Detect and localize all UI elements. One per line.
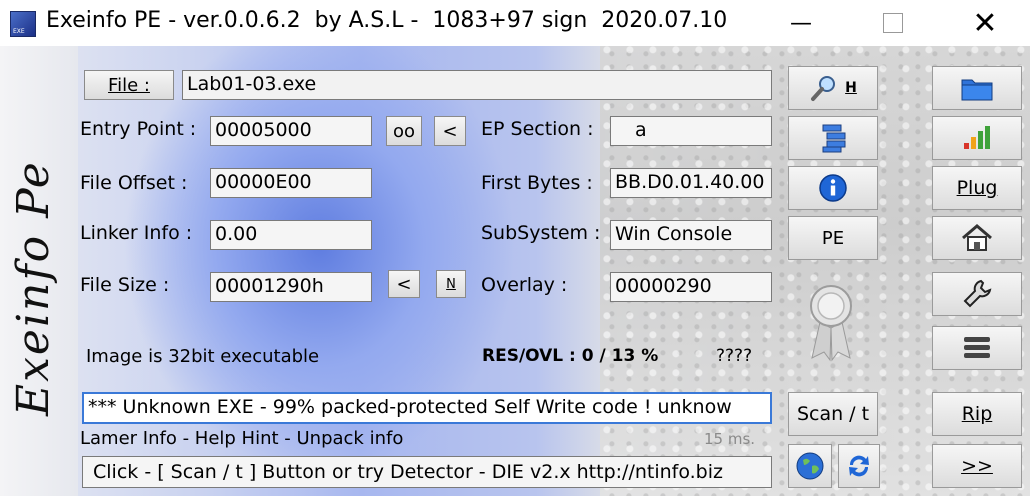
close-icon: ✕ — [972, 5, 998, 41]
file-size-n-label: N — [446, 276, 456, 292]
entry-point-field[interactable]: 00005000 — [210, 116, 372, 146]
ep-section-field[interactable]: a — [610, 116, 772, 146]
close-button[interactable]: ✕ — [962, 0, 1008, 46]
subsystem-label: SubSystem : — [481, 222, 601, 244]
file-size-field[interactable]: 00001290h — [210, 272, 372, 302]
file-offset-label: File Offset : — [80, 172, 188, 194]
subsystem-field[interactable]: Win Console — [610, 220, 772, 250]
unknown-marks-text: ???? — [716, 346, 753, 366]
scan-button[interactable]: Scan / t — [788, 392, 878, 436]
status-bar-field: Click - [ Scan / t ] Button or try Detec… — [82, 456, 772, 488]
minimize-icon: — — [790, 10, 812, 36]
file-button-label: File : — [108, 74, 150, 96]
home-icon — [962, 224, 992, 251]
info-icon — [819, 174, 847, 202]
file-size-prev-button[interactable]: < — [388, 270, 420, 298]
res-ovl-text: RES/OVL : 0 / 13 % — [482, 346, 659, 366]
globe-icon — [796, 452, 824, 480]
stats-button[interactable] — [932, 116, 1022, 160]
hint-link[interactable]: Lamer Info - Help Hint - Unpack info — [80, 428, 403, 449]
rip-button[interactable]: Rip — [932, 392, 1022, 436]
maximize-icon — [883, 13, 903, 33]
linker-info-field[interactable]: 0.00 — [210, 220, 372, 250]
folder-icon — [961, 79, 993, 101]
detection-result-field[interactable]: *** Unknown EXE - 99% packed-protected S… — [82, 392, 772, 424]
menu-button[interactable] — [932, 326, 1022, 370]
pe-button[interactable]: PE — [788, 216, 878, 260]
linker-info-label: Linker Info : — [80, 222, 193, 244]
app-icon-label: EXE — [13, 28, 25, 35]
overlay-label: Overlay : — [481, 274, 568, 296]
refresh-icon — [849, 455, 869, 477]
image-type-text: Image is 32bit executable — [86, 346, 320, 367]
tools-button[interactable] — [932, 272, 1022, 316]
app-icon: EXE — [10, 11, 36, 37]
plug-button-label: Plug — [956, 177, 998, 199]
file-button[interactable]: File : — [84, 70, 174, 100]
first-bytes-label: First Bytes : — [481, 172, 593, 194]
file-name-field[interactable]: Lab01-03.exe — [182, 70, 772, 100]
menu-icon — [964, 337, 990, 358]
next-button[interactable]: >> — [932, 444, 1022, 488]
search-button[interactable]: H — [788, 66, 878, 110]
medal-icon — [810, 285, 852, 362]
magnifier-icon — [811, 76, 836, 101]
title-bar: EXE Exeinfo PE - ver.0.0.6.2 by A.S.L - … — [0, 0, 1030, 46]
file-size-n-button[interactable]: N — [436, 270, 466, 298]
file-size-label: File Size : — [80, 274, 170, 296]
list-tree-icon — [822, 124, 846, 153]
brand-logo: Exeinfo Pe — [8, 160, 59, 416]
window-title: Exeinfo PE - ver.0.0.6.2 by A.S.L - 1083… — [46, 8, 728, 33]
search-h-label: H — [845, 80, 857, 96]
plug-button[interactable]: Plug — [932, 166, 1022, 210]
scan-time-text: 15 ms. — [704, 430, 756, 448]
file-offset-field[interactable]: 00000E00 — [210, 168, 372, 198]
rip-button-label: Rip — [961, 403, 993, 425]
home-button[interactable] — [932, 216, 1022, 260]
open-file-button[interactable] — [932, 66, 1022, 110]
maximize-button[interactable] — [870, 0, 916, 46]
entry-point-label: Entry Point : — [80, 118, 197, 140]
first-bytes-field[interactable]: BB.D0.01.40.00 — [610, 168, 772, 198]
entry-point-prev-button[interactable]: < — [434, 116, 466, 146]
overlay-field[interactable]: 00000290 — [610, 272, 772, 302]
info-button[interactable] — [788, 166, 878, 210]
entry-point-oo-button[interactable]: oo — [386, 116, 422, 146]
refresh-button[interactable] — [838, 444, 880, 488]
next-button-label: >> — [961, 455, 993, 477]
ep-section-label: EP Section : — [481, 118, 594, 140]
globe-button[interactable] — [788, 444, 832, 488]
main-panel: Exeinfo Pe File : Lab01-03.exe Entry Poi… — [0, 46, 1030, 496]
minimize-button[interactable]: — — [778, 0, 824, 46]
wrench-icon — [963, 279, 992, 308]
signal-bars-icon — [964, 126, 990, 149]
list-button[interactable] — [788, 116, 878, 160]
